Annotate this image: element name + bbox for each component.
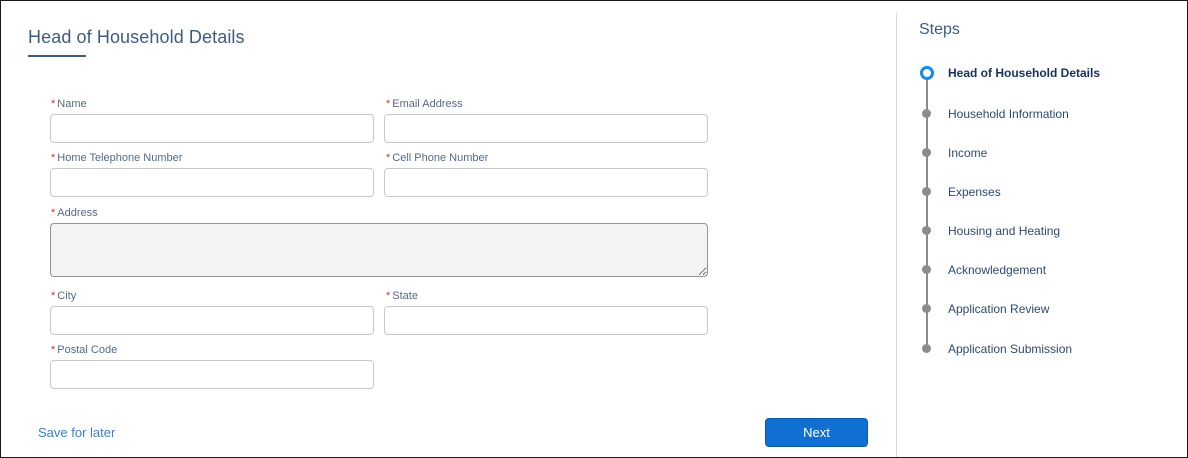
state-input[interactable] [384, 306, 708, 335]
name-input[interactable] [50, 114, 374, 143]
step-item-household-information[interactable]: Household Information [948, 107, 1069, 121]
state-label: * State [386, 290, 418, 302]
steps-title: Steps [919, 21, 960, 38]
app-frame: Head of Household Details * Name * Email A… [0, 0, 1188, 458]
required-mark: * [51, 344, 56, 356]
cell-phone-label: * Cell Phone Number [386, 152, 489, 164]
step-dot-icon [922, 226, 931, 235]
required-mark: * [386, 290, 391, 302]
step-item-application-review[interactable]: Application Review [948, 302, 1049, 316]
required-mark: * [51, 98, 56, 110]
step-current-ring-icon [920, 66, 934, 80]
title-underline [28, 55, 86, 57]
step-item-application-submission[interactable]: Application Submission [948, 342, 1072, 356]
page-title: Head of Household Details [28, 27, 245, 47]
postal-code-input[interactable] [50, 360, 374, 389]
save-for-later-link[interactable]: Save for later [38, 425, 115, 440]
required-mark: * [51, 290, 56, 302]
cell-phone-input[interactable] [384, 168, 708, 197]
required-mark: * [51, 152, 56, 164]
step-item-housing-and-heating[interactable]: Housing and Heating [948, 224, 1060, 238]
panel-divider [896, 13, 897, 457]
step-dot-icon [922, 109, 931, 118]
step-item-head-of-household[interactable]: Head of Household Details [948, 66, 1100, 80]
postal-code-label: * Postal Code [51, 344, 118, 356]
email-label: * Email Address [386, 98, 463, 110]
city-input[interactable] [50, 306, 374, 335]
next-button[interactable]: Next [765, 418, 868, 447]
home-phone-label: * Home Telephone Number [51, 152, 183, 164]
address-textarea[interactable] [50, 223, 708, 277]
address-label: * Address [51, 207, 98, 219]
step-dot-icon [922, 187, 931, 196]
required-mark: * [386, 152, 391, 164]
step-item-income[interactable]: Income [948, 146, 987, 160]
step-dot-icon [922, 148, 931, 157]
step-dot-icon [922, 265, 931, 274]
form-panel: Head of Household Details * Name * Email A… [1, 1, 896, 457]
email-input[interactable] [384, 114, 708, 143]
step-dot-icon [922, 304, 931, 313]
step-dot-icon [922, 344, 931, 353]
step-item-acknowledgement[interactable]: Acknowledgement [948, 263, 1046, 277]
city-label: * City [51, 290, 77, 302]
home-phone-input[interactable] [50, 168, 374, 197]
name-label: * Name [51, 98, 87, 110]
step-item-expenses[interactable]: Expenses [948, 185, 1001, 199]
required-mark: * [386, 98, 391, 110]
required-mark: * [51, 207, 56, 219]
